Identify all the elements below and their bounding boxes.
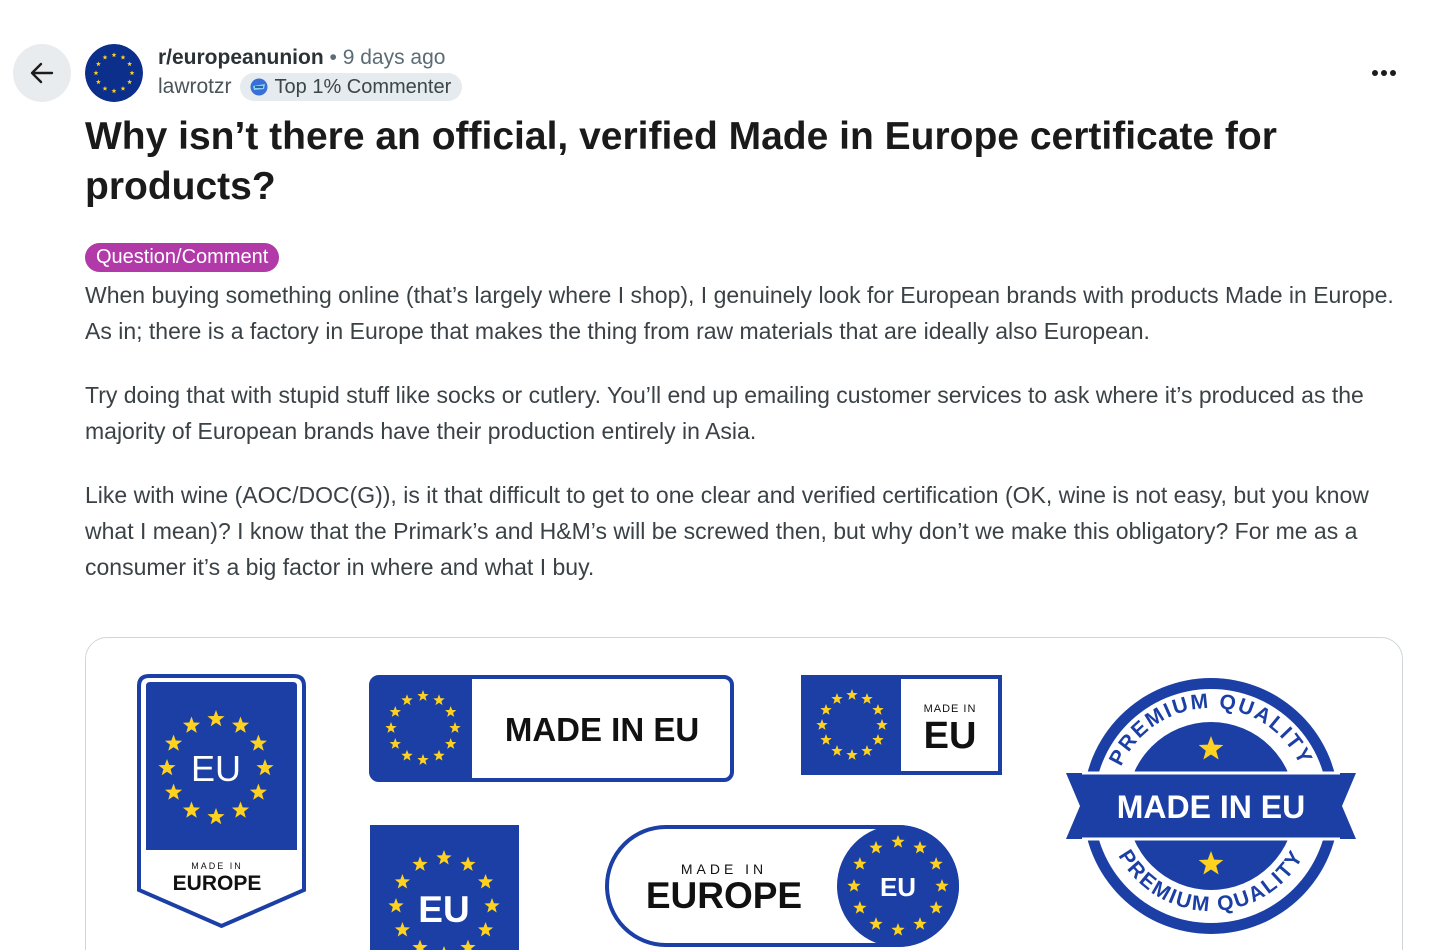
arrow-left-icon: [30, 62, 54, 84]
ellipsis-horizontal-icon: [1372, 70, 1396, 76]
post-title: Why isn’t there an official, verified Ma…: [85, 115, 1277, 208]
top-commenter-icon: [250, 78, 268, 96]
badge-label: Top 1% Commenter: [274, 76, 452, 98]
premium-quality-seal: PREMIUM QUALITY PREMIUM QUALITY MADE IN …: [1066, 678, 1356, 934]
eu-flag-icon: [85, 44, 143, 102]
post-flair[interactable]: Question/Comment: [85, 243, 280, 272]
pill-big-label: EUROPE: [646, 875, 802, 916]
post-body: When buying something online (that’s lar…: [85, 277, 1405, 613]
pill-eu-label: EU: [880, 872, 916, 902]
shield-small-label: MADE IN: [191, 861, 243, 871]
more-options-button[interactable]: [1364, 58, 1404, 88]
made-in-eu-tag: MADE IN EU: [801, 675, 1002, 775]
post-time: • 9 days ago: [329, 46, 446, 69]
subreddit-avatar[interactable]: [85, 44, 143, 102]
post-paragraph: Like with wine (AOC/DOC(G)), is it that …: [85, 482, 1369, 580]
square-eu-label: EU: [418, 889, 469, 930]
post-image[interactable]: EU MADE IN EUROPE MADE IN EU MADE IN EU …: [85, 637, 1403, 950]
tag-big-label: EU: [924, 715, 977, 757]
eu-square-flag: EU: [370, 825, 519, 950]
shield-eu-label: EU: [191, 748, 241, 789]
made-in-eu-banner: MADE IN EU: [369, 675, 734, 782]
commenter-badge: Top 1% Commenter: [239, 73, 463, 101]
author-link[interactable]: lawrotzr: [158, 73, 232, 101]
tag-small-label: MADE IN: [924, 703, 977, 715]
post-meta: r/europeanunion • 9 days ago lawrotzr To…: [158, 44, 463, 101]
post-paragraph: Try doing that with stupid stuff like so…: [85, 382, 1364, 444]
subreddit-link[interactable]: r/europeanunion: [158, 46, 324, 69]
post-paragraph: When buying something online (that’s lar…: [85, 282, 1394, 344]
banner-label: MADE IN EU: [505, 711, 699, 748]
made-in-europe-pill: EU MADE IN EUROPE: [605, 825, 959, 947]
back-button[interactable]: [13, 44, 71, 102]
made-in-europe-shield: EU MADE IN EUROPE: [137, 674, 306, 929]
seal-center-label: MADE IN EU: [1117, 789, 1305, 825]
shield-big-label: EUROPE: [173, 872, 262, 895]
